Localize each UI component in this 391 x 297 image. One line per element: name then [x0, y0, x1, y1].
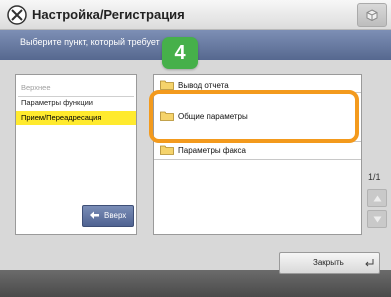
- up-button-label: Вверх: [104, 211, 127, 220]
- highlight-annotation: [149, 90, 359, 143]
- tree-item-top[interactable]: Верхнее: [16, 81, 136, 95]
- corner-button[interactable]: [357, 3, 387, 27]
- tree-item-function-settings[interactable]: Параметры функции: [16, 96, 136, 110]
- arrow-up-icon: [90, 211, 99, 219]
- step-badge: 4: [162, 37, 198, 69]
- cube-icon: [366, 9, 378, 21]
- header-bar: Настройка/Регистрация: [0, 0, 391, 30]
- scroll-up-button[interactable]: [367, 189, 387, 207]
- list-item-label: Параметры факса: [178, 146, 246, 155]
- tree-item-receive-forward[interactable]: Прием/Переадресация: [16, 111, 136, 125]
- list-item-label: Вывод отчета: [178, 81, 229, 90]
- divider: [154, 159, 361, 160]
- wrench-screwdriver-icon: [7, 5, 27, 25]
- folder-icon: [160, 145, 174, 155]
- folder-icon: [160, 80, 174, 90]
- page-title: Настройка/Регистрация: [32, 7, 185, 22]
- page-indicator: 1/1: [368, 172, 381, 182]
- triangle-down-icon: [373, 216, 382, 223]
- up-button[interactable]: Вверх: [82, 205, 134, 227]
- scroll-down-button[interactable]: [367, 210, 387, 228]
- close-button-label: Закрыть: [313, 258, 344, 267]
- footer-bar: [0, 270, 391, 297]
- close-button[interactable]: Закрыть: [279, 252, 380, 274]
- return-arrow-icon: [365, 259, 374, 267]
- instruction-text: Выберите пункт, который требует: [20, 37, 160, 47]
- settings-screen: Настройка/Регистрация Выберите пункт, ко…: [0, 0, 391, 297]
- list-item-fax-settings[interactable]: Параметры факса: [154, 144, 361, 158]
- triangle-up-icon: [373, 195, 382, 202]
